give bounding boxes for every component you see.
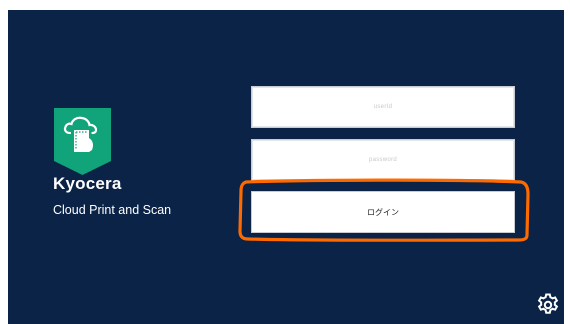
cloud-document-icon: [54, 108, 111, 175]
password-field[interactable]: password: [251, 139, 515, 181]
username-field[interactable]: userId: [251, 86, 515, 128]
gear-icon[interactable]: [536, 293, 560, 317]
username-placeholder: userId: [373, 104, 393, 110]
login-button[interactable]: ログイン: [251, 191, 515, 233]
product-name: Cloud Print and Scan: [53, 203, 172, 217]
brand-name: Kyocera: [53, 174, 122, 193]
login-screen: Kyocera Cloud Print and Scan userId pass…: [8, 10, 564, 324]
password-placeholder: password: [368, 157, 398, 163]
